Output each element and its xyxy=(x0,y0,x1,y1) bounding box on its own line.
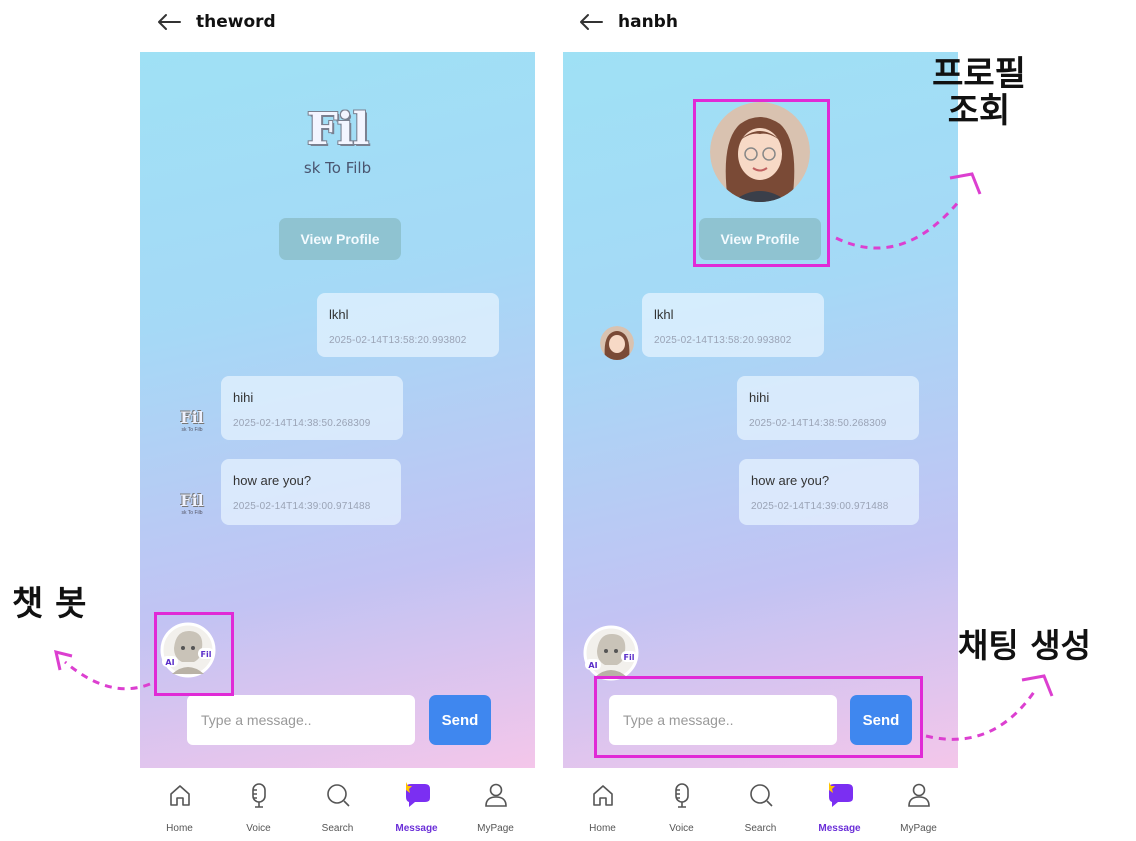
profile-highlight-box xyxy=(693,99,830,267)
message-text: lkhl xyxy=(329,307,349,322)
arrow-chatbot-icon xyxy=(54,649,151,691)
nav-label: Search xyxy=(744,823,777,834)
message-text: hihi xyxy=(233,390,254,405)
nav-item-home[interactable]: Home xyxy=(145,780,215,840)
logo-word: Fil xyxy=(306,104,370,155)
nav-item-voice[interactable]: Voice xyxy=(224,780,294,840)
nav-label: Search xyxy=(321,823,354,834)
nav-label: MyPage xyxy=(900,823,937,834)
nav-label: Voice xyxy=(246,823,271,834)
annotation-chat-create: 채팅 생성 xyxy=(958,626,1091,665)
user-icon xyxy=(484,783,507,807)
nav-item-voice[interactable]: Voice xyxy=(647,780,717,840)
chatbot-badge-ai: AI xyxy=(588,661,597,670)
message-bubble: how are you? 2025-02-14T14:39:00.971488 xyxy=(739,459,919,525)
nav-item-message[interactable]: Message xyxy=(805,780,875,840)
nav-item-home[interactable]: Home xyxy=(568,780,638,840)
search-icon xyxy=(326,784,350,807)
chat-input-highlight-box xyxy=(594,676,923,758)
search-icon xyxy=(749,784,773,807)
chat-partner-name: theword xyxy=(196,12,276,32)
nav-label: Home xyxy=(166,823,193,834)
annotation-profile: 프로필 조회 xyxy=(920,54,1038,132)
message-text: lkhl xyxy=(654,307,674,322)
user-icon xyxy=(907,783,930,807)
nav-item-search[interactable]: Search xyxy=(726,780,796,840)
microphone-icon xyxy=(251,783,266,808)
arrow-profile-icon xyxy=(835,172,982,250)
partner-avatar[interactable] xyxy=(600,326,634,360)
message-time: 2025-02-14T14:38:50.268309 xyxy=(749,418,887,429)
chat-bubble-icon xyxy=(828,782,853,807)
home-icon xyxy=(592,785,613,806)
partner-mini-logo: Fil sk To Filb xyxy=(177,408,207,433)
message-time: 2025-02-14T13:58:20.993802 xyxy=(329,335,467,346)
message-bubble: hihi 2025-02-14T14:38:50.268309 xyxy=(737,376,919,440)
message-text: hihi xyxy=(749,390,770,405)
nav-label: MyPage xyxy=(477,823,514,834)
mini-logo-subtitle: sk To Filb xyxy=(181,427,203,433)
back-arrow-icon[interactable] xyxy=(156,12,182,32)
message-time: 2025-02-14T13:58:20.993802 xyxy=(654,335,792,346)
annotation-profile-line2: 조회 xyxy=(947,91,1011,132)
nav-label: Home xyxy=(589,823,616,834)
back-arrow-icon[interactable] xyxy=(578,12,604,32)
nav-label: Voice xyxy=(669,823,694,834)
nav-label: Message xyxy=(818,823,861,834)
bottom-nav-right: Home Voice Search Message MyPage xyxy=(563,780,958,840)
annotation-chatbot: 챗 봇 xyxy=(12,584,87,624)
message-time: 2025-02-14T14:39:00.971488 xyxy=(233,501,371,512)
message-time: 2025-02-14T14:39:00.971488 xyxy=(751,501,889,512)
mini-logo-subtitle: sk To Filb xyxy=(181,510,203,516)
home-icon xyxy=(169,785,190,806)
chatbot-avatar-icon[interactable]: AI Fil xyxy=(583,625,639,681)
message-bubble: hihi 2025-02-14T14:38:50.268309 xyxy=(221,376,403,440)
annotation-profile-line1: 프로필 xyxy=(932,54,1026,94)
view-profile-button[interactable]: View Profile xyxy=(279,218,401,260)
message-bubble: lkhl 2025-02-14T13:58:20.993802 xyxy=(642,293,824,357)
message-input[interactable] xyxy=(187,695,415,745)
nav-item-mypage[interactable]: MyPage xyxy=(884,780,954,840)
message-bubble: how are you? 2025-02-14T14:39:00.971488 xyxy=(221,459,401,525)
logo-subtitle: sk To Filb xyxy=(303,159,372,177)
nav-item-search[interactable]: Search xyxy=(303,780,373,840)
nav-label: Message xyxy=(395,823,438,834)
bottom-nav-left: Home Voice Search Message MyPage xyxy=(140,780,535,840)
microphone-icon xyxy=(674,783,689,808)
partner-logo: Fil sk To Filb xyxy=(140,104,535,177)
partner-mini-logo: Fil sk To Filb xyxy=(177,491,207,516)
arrow-chat-create-icon xyxy=(925,674,1054,741)
message-text: how are you? xyxy=(233,473,312,488)
chat-bubble-icon xyxy=(405,782,430,807)
mini-logo-word: Fil xyxy=(180,491,204,510)
nav-item-mypage[interactable]: MyPage xyxy=(461,780,531,840)
mini-logo-word: Fil xyxy=(180,408,204,427)
chatbot-highlight-box xyxy=(154,612,234,696)
send-button[interactable]: Send xyxy=(429,695,491,745)
chat-partner-name: hanbh xyxy=(618,12,678,32)
message-text: how are you? xyxy=(751,473,830,488)
nav-item-message[interactable]: Message xyxy=(382,780,452,840)
left-header: theword xyxy=(156,6,276,38)
right-header: hanbh xyxy=(578,6,678,38)
message-time: 2025-02-14T14:38:50.268309 xyxy=(233,418,371,429)
chatbot-badge-fil: Fil xyxy=(624,653,635,662)
message-bubble: lkhl 2025-02-14T13:58:20.993802 xyxy=(317,293,499,357)
